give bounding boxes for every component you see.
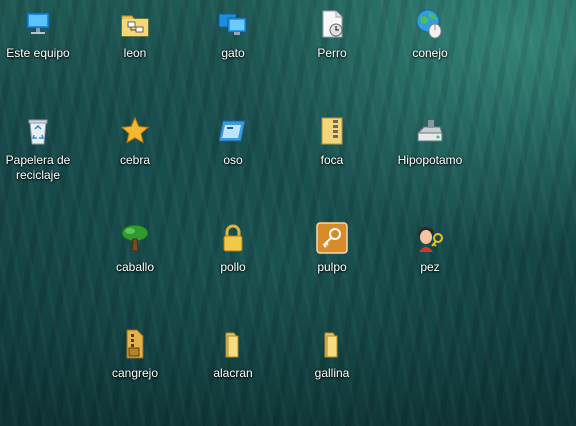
desktop-icon-foca[interactable]: foca <box>290 113 374 168</box>
desktop-icon-perro[interactable]: Perro <box>290 6 374 61</box>
folder-icon <box>314 326 350 362</box>
desktop-icon-label: foca <box>320 153 344 167</box>
desktop-icon-hipopotamo[interactable]: Hipopotamo <box>388 113 472 168</box>
globe-mouse-icon <box>412 6 448 42</box>
desktop-icon-este-equipo[interactable]: Este equipo <box>0 6 80 61</box>
desktop-icon-label: Papelera de reciclaje <box>5 153 71 182</box>
archive-folder-icon <box>117 326 153 362</box>
desktop-icon-oso[interactable]: oso <box>191 113 275 168</box>
desktop-icon-gato[interactable]: gato <box>191 6 275 61</box>
desktop-icon-caballo[interactable]: caballo <box>93 220 177 275</box>
desktop-icon-pez[interactable]: pez <box>388 220 472 275</box>
window-app-icon <box>215 113 251 149</box>
desktop-icon-label: oso <box>223 153 243 167</box>
desktop-icon-label: gato <box>221 46 245 60</box>
star-icon <box>117 113 153 149</box>
desktop-icon-label: pollo <box>220 260 246 274</box>
desktop-icon-label: gallina <box>314 366 350 380</box>
desktop-icon-label: Hipopotamo <box>397 153 463 167</box>
desktop-icon-label: caballo <box>115 260 155 274</box>
drive-icon <box>412 113 448 149</box>
desktop-icon-label: cangrejo <box>111 366 159 380</box>
desktop-icon-label: Este equipo <box>6 46 70 60</box>
desktop-icon-cebra[interactable]: cebra <box>93 113 177 168</box>
tree-icon <box>117 220 153 256</box>
desktop-icon-label: Perro <box>317 46 347 60</box>
network-folder-icon <box>117 6 153 42</box>
desktop-icon-gallina[interactable]: gallina <box>290 326 374 381</box>
zip-folder-icon <box>314 113 350 149</box>
desktop-icon-pollo[interactable]: pollo <box>191 220 275 275</box>
monitors-icon <box>215 6 251 42</box>
desktop-icon-label: leon <box>123 46 147 60</box>
folder-icon <box>215 326 251 362</box>
desktop-wallpaper <box>0 0 576 426</box>
key-tile-icon <box>314 220 350 256</box>
desktop-icon-alacran[interactable]: alacran <box>191 326 275 381</box>
desktop-icon-conejo[interactable]: conejo <box>388 6 472 61</box>
desktop-icon-label: conejo <box>412 46 448 60</box>
padlock-icon <box>215 220 251 256</box>
desktop-icon-leon[interactable]: leon <box>93 6 177 61</box>
desktop-icon-label: pez <box>420 260 440 274</box>
scheduled-file-icon <box>314 6 350 42</box>
computer-icon <box>20 6 56 42</box>
user-key-icon <box>412 220 448 256</box>
recycle-bin-icon <box>20 113 56 149</box>
desktop-icon-label: pulpo <box>317 260 347 274</box>
desktop-icon-label: cebra <box>119 153 151 167</box>
desktop-icon-pulpo[interactable]: pulpo <box>290 220 374 275</box>
desktop-icon-cangrejo[interactable]: cangrejo <box>93 326 177 381</box>
desktop-icon-papelera-de-reciclaje[interactable]: Papelera de reciclaje <box>0 113 80 183</box>
desktop-icon-label: alacran <box>213 366 253 380</box>
